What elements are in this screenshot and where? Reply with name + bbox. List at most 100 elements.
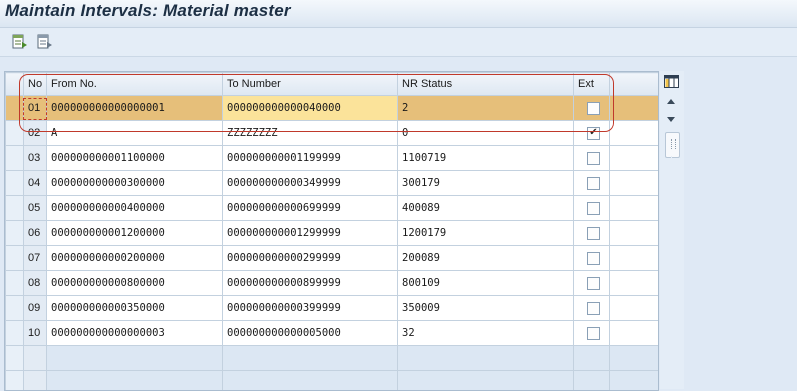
ext-checkbox[interactable] <box>587 252 600 265</box>
from-number-cell[interactable]: 000000000001100000 <box>47 146 223 171</box>
column-header-to[interactable]: To Number <box>223 73 398 96</box>
to-number-cell <box>223 371 398 391</box>
table-row[interactable]: 01 000000000000000001 000000000000040000… <box>6 96 660 121</box>
ext-cell <box>574 221 610 246</box>
to-number-cell[interactable]: 000000000000699999 <box>223 196 398 221</box>
row-selector[interactable] <box>6 371 24 391</box>
nr-status-cell[interactable]: 400089 <box>398 196 574 221</box>
to-number-cell[interactable]: 000000000001199999 <box>223 146 398 171</box>
select-all-cell[interactable] <box>6 73 24 96</box>
scroll-up-icon[interactable] <box>667 99 675 104</box>
nr-status-cell[interactable]: 32 <box>398 321 574 346</box>
row-selector[interactable] <box>6 296 24 321</box>
ext-checkbox[interactable] <box>587 227 600 240</box>
from-number-cell[interactable]: 000000000000350000 <box>47 296 223 321</box>
empty-row[interactable] <box>6 371 660 391</box>
column-header-no[interactable]: No <box>24 73 47 96</box>
scroll-down-icon[interactable] <box>667 117 675 122</box>
table-row[interactable]: 03 000000000001100000 000000000001199999… <box>6 146 660 171</box>
from-number-cell[interactable]: 000000000000000003 <box>47 321 223 346</box>
from-number-cell[interactable]: 000000000000400000 <box>47 196 223 221</box>
ext-checkbox[interactable] <box>587 327 600 340</box>
column-header-blank <box>610 73 660 96</box>
row-selector[interactable] <box>6 346 24 371</box>
scroll-thumb[interactable] <box>665 132 680 158</box>
spacer-cell <box>610 371 660 391</box>
ext-cell <box>574 171 610 196</box>
ext-cell <box>574 196 610 221</box>
spacer-cell <box>610 221 660 246</box>
row-selector[interactable] <box>6 196 24 221</box>
table-row[interactable]: 07 000000000000200000 000000000000299999… <box>6 246 660 271</box>
table-settings-icon[interactable] <box>664 75 679 88</box>
row-number: 02 <box>24 121 47 146</box>
to-number-cell[interactable]: 000000000000005000 <box>223 321 398 346</box>
ext-checkbox[interactable] <box>587 102 600 115</box>
row-number: 10 <box>24 321 47 346</box>
ext-checkbox[interactable] <box>587 177 600 190</box>
nr-status-cell[interactable]: 0 <box>398 121 574 146</box>
nr-status-cell[interactable]: 1200179 <box>398 221 574 246</box>
table-row[interactable]: 08 000000000000800000 000000000000899999… <box>6 271 660 296</box>
ext-cell <box>574 146 610 171</box>
nr-status-cell[interactable]: 1100719 <box>398 146 574 171</box>
table-row[interactable]: 05 000000000000400000 000000000000699999… <box>6 196 660 221</box>
nr-status-cell[interactable]: 2 <box>398 96 574 121</box>
nr-status-cell[interactable]: 350009 <box>398 296 574 321</box>
row-number: 09 <box>24 296 47 321</box>
from-number-cell[interactable]: 000000000000000001 <box>47 96 223 121</box>
spacer-cell <box>610 146 660 171</box>
row-number: 08 <box>24 271 47 296</box>
nr-status-cell[interactable]: 300179 <box>398 171 574 196</box>
to-number-cell[interactable]: 000000000000899999 <box>223 271 398 296</box>
spacer-cell <box>610 171 660 196</box>
from-number-cell[interactable]: A <box>47 121 223 146</box>
table-insert-icon[interactable] <box>11 33 29 51</box>
table-row[interactable]: 09 000000000000350000 000000000000399999… <box>6 296 660 321</box>
to-number-cell[interactable]: ZZZZZZZZ <box>223 121 398 146</box>
table-row[interactable]: 06 000000000001200000 000000000001299999… <box>6 221 660 246</box>
to-number-cell[interactable]: 000000000001299999 <box>223 221 398 246</box>
nr-status-cell[interactable]: 800109 <box>398 271 574 296</box>
ext-checkbox[interactable] <box>587 302 600 315</box>
row-selector[interactable] <box>6 271 24 296</box>
ext-checkbox[interactable] <box>587 202 600 215</box>
to-number-cell[interactable]: 000000000000399999 <box>223 296 398 321</box>
to-number-cell[interactable]: 000000000000349999 <box>223 171 398 196</box>
row-selector[interactable] <box>6 321 24 346</box>
nr-status-cell[interactable]: 200089 <box>398 246 574 271</box>
table-row[interactable]: 04 000000000000300000 000000000000349999… <box>6 171 660 196</box>
from-number-cell <box>47 346 223 371</box>
ext-checkbox[interactable]: ✔ <box>587 127 600 140</box>
column-header-from[interactable]: From No. <box>47 73 223 96</box>
to-number-cell[interactable]: 000000000000040000 <box>223 96 398 121</box>
ext-cell <box>574 321 610 346</box>
table-delete-icon[interactable] <box>36 33 54 51</box>
column-header-status[interactable]: NR Status <box>398 73 574 96</box>
row-selector[interactable] <box>6 146 24 171</box>
row-number <box>24 371 47 391</box>
nr-status-cell <box>398 346 574 371</box>
nr-status-cell <box>398 371 574 391</box>
column-header-ext[interactable]: Ext <box>574 73 610 96</box>
table-row[interactable]: 10 000000000000000003 000000000000005000… <box>6 321 660 346</box>
row-selector[interactable] <box>6 246 24 271</box>
spacer-cell <box>610 196 660 221</box>
spacer-cell <box>610 121 660 146</box>
row-selector[interactable] <box>6 221 24 246</box>
from-number-cell[interactable]: 000000000000800000 <box>47 271 223 296</box>
row-selector[interactable] <box>6 121 24 146</box>
empty-row[interactable] <box>6 346 660 371</box>
row-selector[interactable] <box>6 171 24 196</box>
ext-checkbox[interactable] <box>587 152 600 165</box>
page-title: Maintain Intervals: Material master <box>5 1 291 21</box>
from-number-cell[interactable]: 000000000000300000 <box>47 171 223 196</box>
row-selector[interactable] <box>6 96 24 121</box>
scroll-track[interactable] <box>671 156 672 389</box>
ext-checkbox[interactable] <box>587 277 600 290</box>
from-number-cell[interactable]: 000000000000200000 <box>47 246 223 271</box>
vertical-scrollbar[interactable] <box>660 71 684 389</box>
table-row[interactable]: 02 A ZZZZZZZZ 0 ✔ <box>6 121 660 146</box>
to-number-cell[interactable]: 000000000000299999 <box>223 246 398 271</box>
from-number-cell[interactable]: 000000000001200000 <box>47 221 223 246</box>
